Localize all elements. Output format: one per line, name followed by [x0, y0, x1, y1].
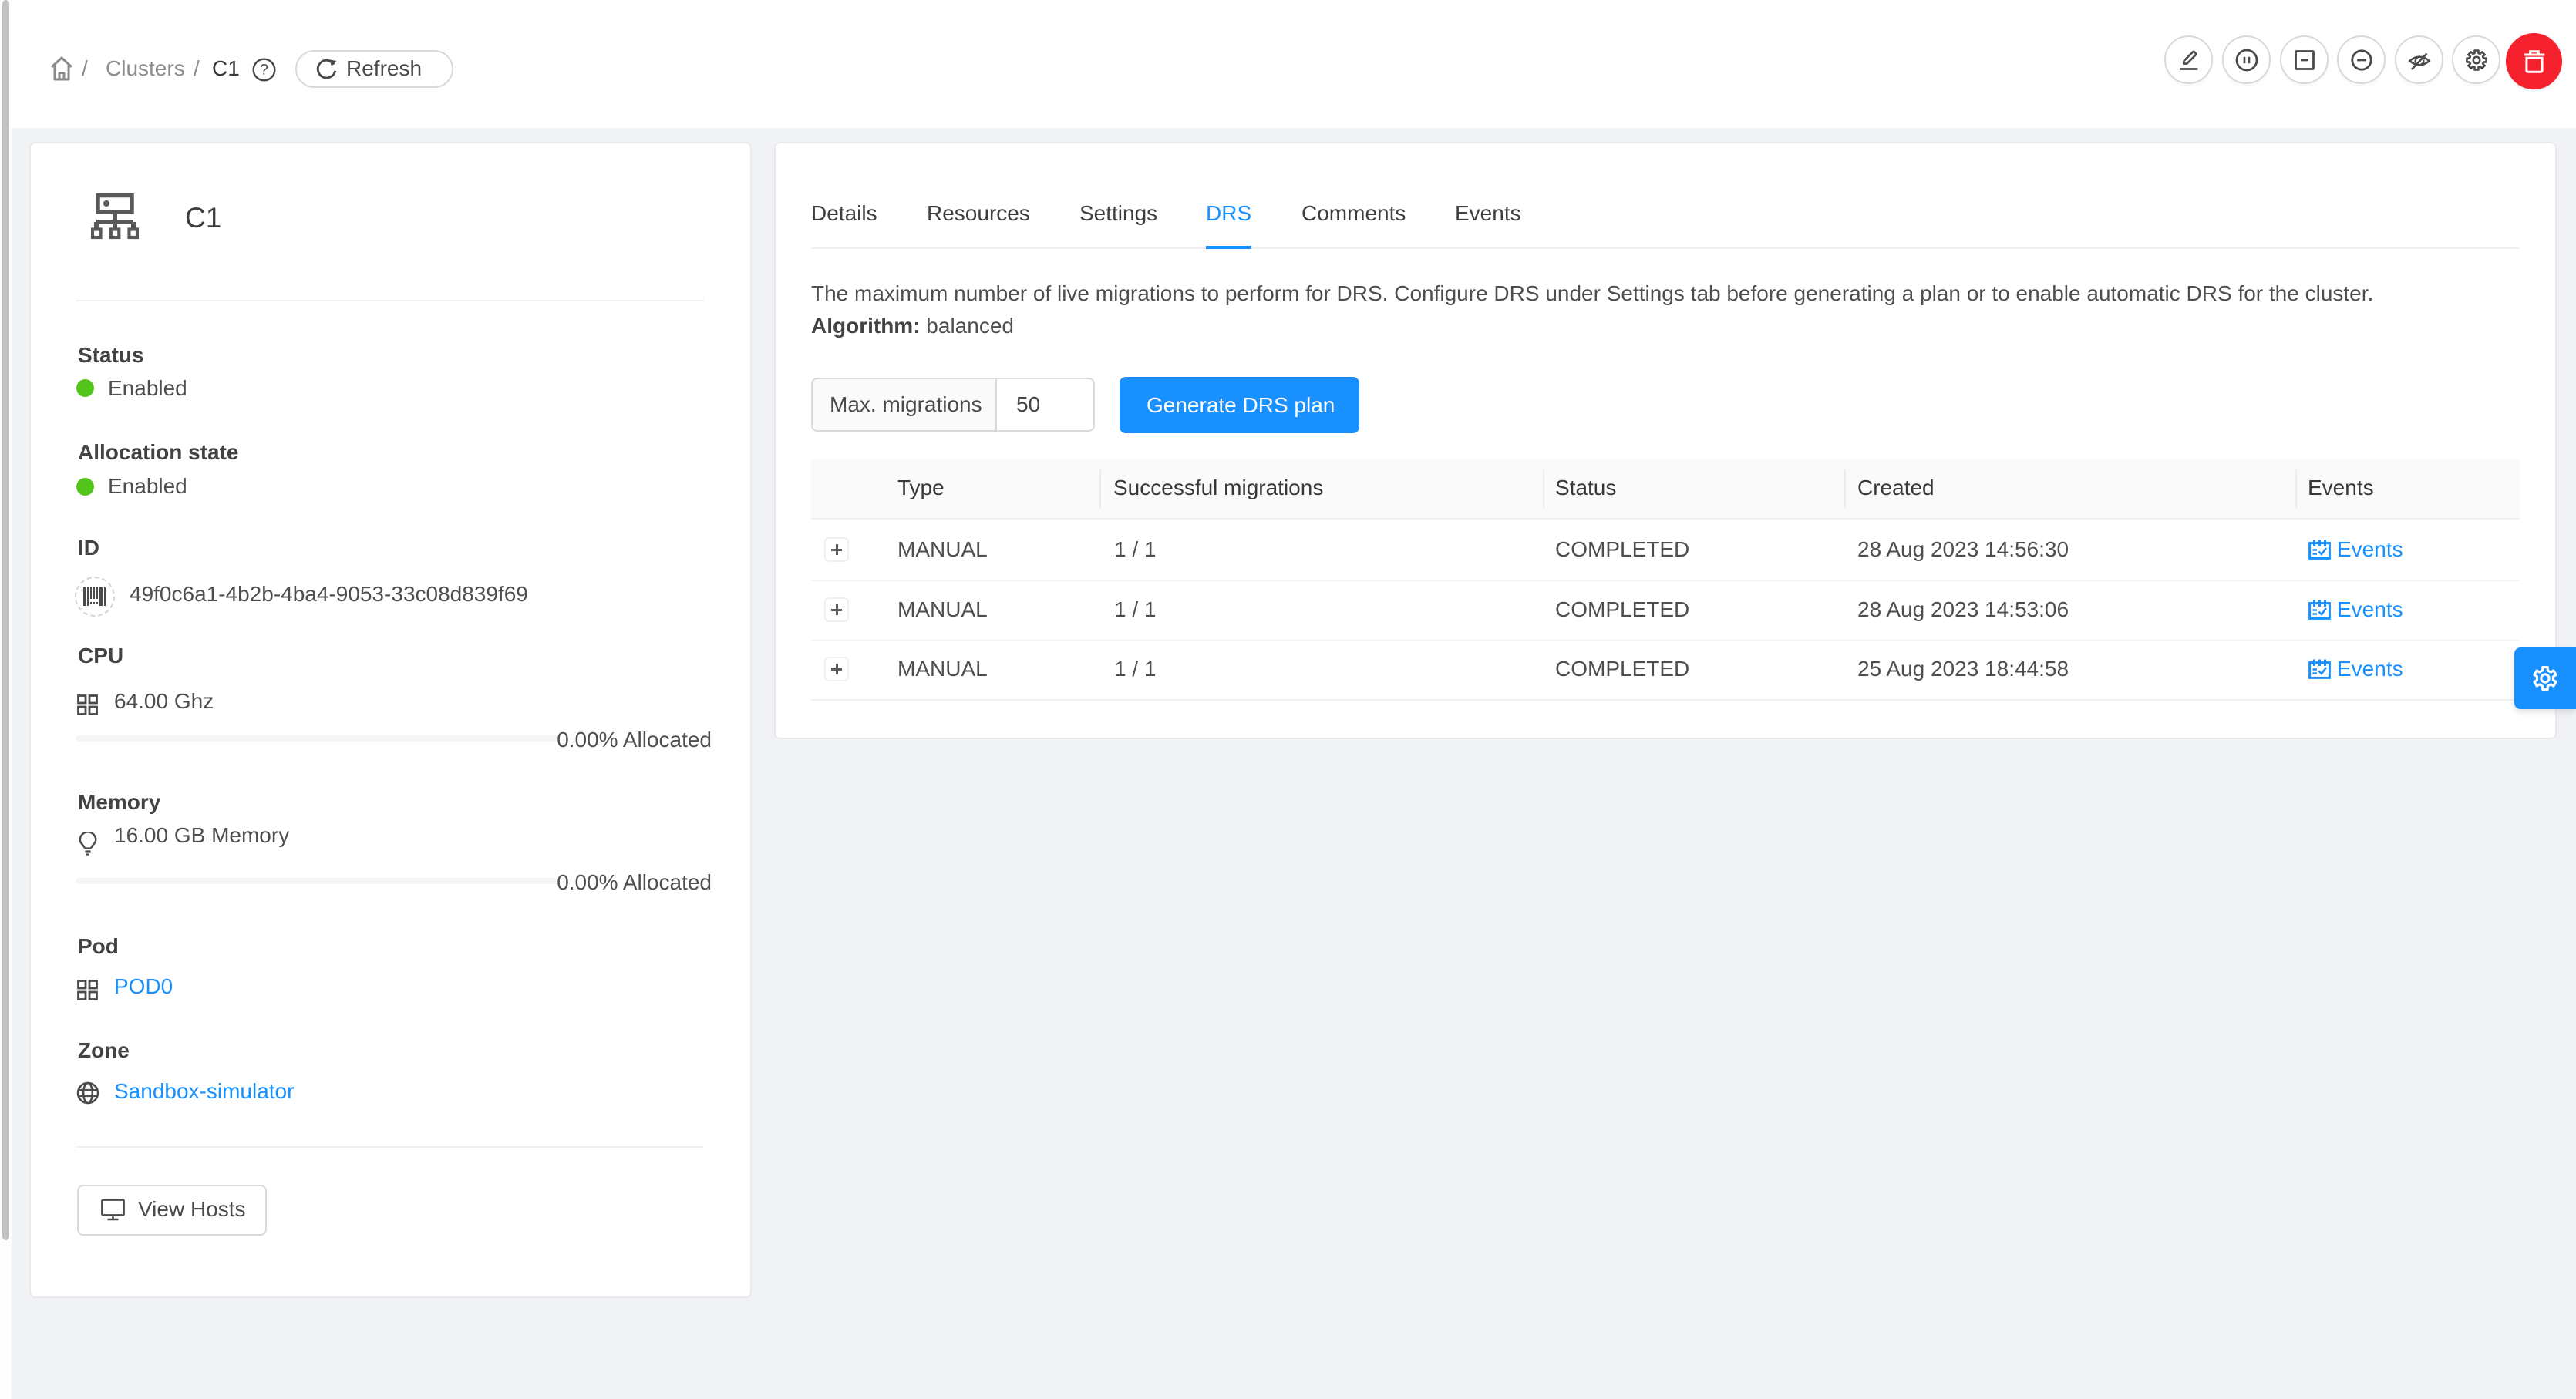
svg-text:?: ?: [260, 62, 268, 79]
